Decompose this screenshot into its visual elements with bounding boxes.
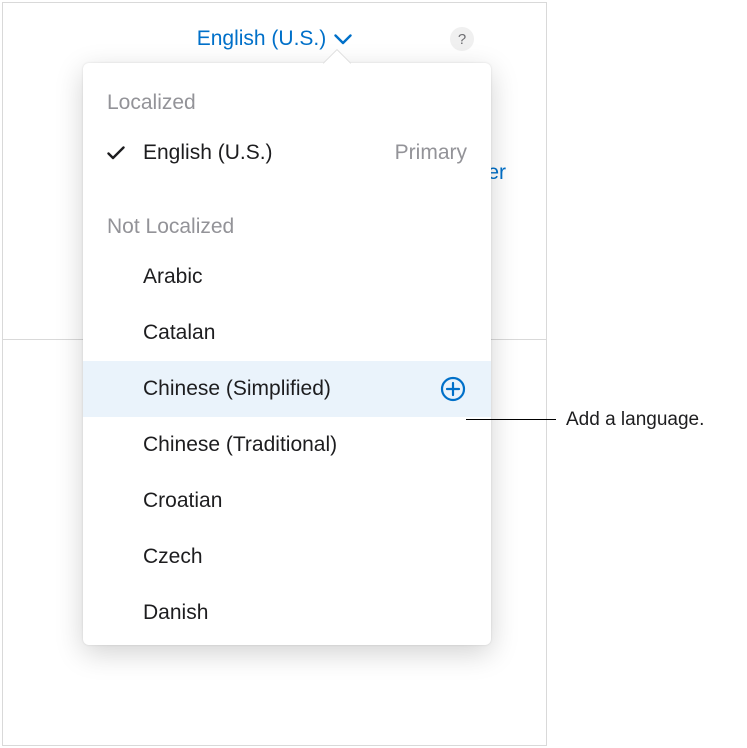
selected-language-label: English (U.S.): [197, 27, 327, 51]
language-item-chinese-traditional[interactable]: Chinese (Traditional): [83, 417, 491, 473]
primary-badge: Primary: [395, 141, 467, 165]
language-item-english-us[interactable]: English (U.S.) Primary: [83, 125, 491, 181]
language-label: Arabic: [143, 265, 467, 289]
language-dropdown-button[interactable]: English (U.S.): [197, 27, 353, 51]
callout-leader-line: [466, 419, 556, 420]
language-label: Czech: [143, 545, 467, 569]
language-label: English (U.S.): [143, 141, 395, 165]
background-panel: English (U.S.) ? ger Localized English (…: [2, 2, 547, 746]
language-item-arabic[interactable]: Arabic: [83, 249, 491, 305]
language-item-danish[interactable]: Danish: [83, 585, 491, 641]
help-button[interactable]: ?: [450, 27, 474, 51]
language-item-catalan[interactable]: Catalan: [83, 305, 491, 361]
chevron-down-icon: [334, 34, 352, 45]
checkmark-icon: [107, 146, 143, 160]
help-icon: ?: [458, 31, 466, 48]
section-header-not-localized: Not Localized: [83, 181, 491, 249]
add-language-icon[interactable]: [439, 375, 467, 403]
language-dropdown-menu: Localized English (U.S.) Primary Not Loc…: [83, 63, 491, 645]
language-label: Chinese (Traditional): [143, 433, 467, 457]
language-item-czech[interactable]: Czech: [83, 529, 491, 585]
language-label: Chinese (Simplified): [143, 377, 439, 401]
language-label: Catalan: [143, 321, 467, 345]
language-label: Danish: [143, 601, 467, 625]
language-item-croatian[interactable]: Croatian: [83, 473, 491, 529]
language-item-chinese-simplified[interactable]: Chinese (Simplified): [83, 361, 491, 417]
section-header-localized: Localized: [83, 63, 491, 125]
language-label: Croatian: [143, 489, 467, 513]
callout-text: Add a language.: [566, 409, 704, 431]
